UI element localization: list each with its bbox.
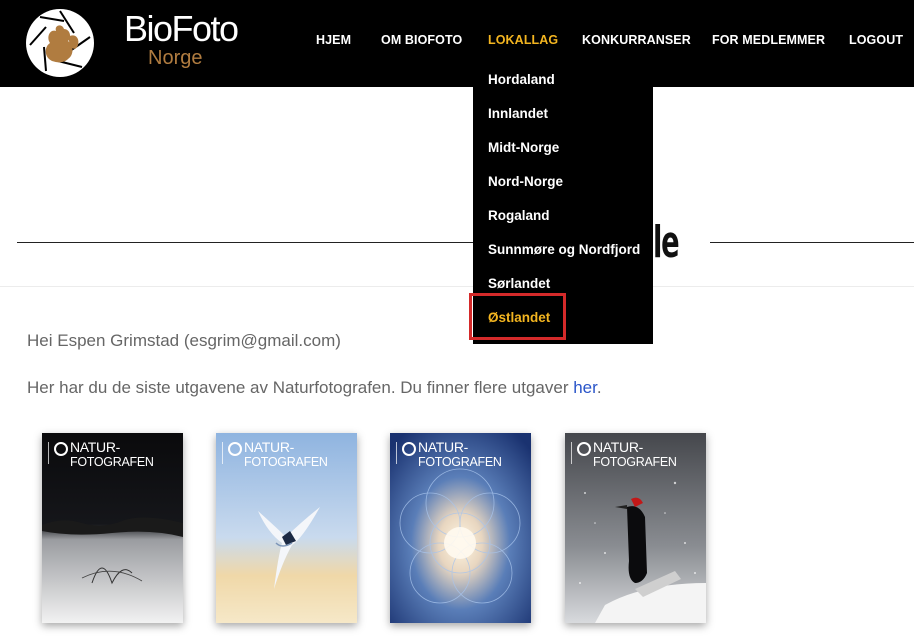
dropdown-item-innlandet[interactable]: Innlandet [488, 106, 548, 121]
brand-name[interactable]: BioFoto [124, 9, 239, 49]
nav-item-lokallag[interactable]: LOKALLAG [488, 33, 558, 47]
more-issues-link[interactable]: her [573, 378, 597, 397]
dropdown-item-hordaland[interactable]: Hordaland [488, 72, 555, 87]
dropdown-item-nord-norge[interactable]: Nord-Norge [488, 174, 563, 189]
dropdown-item-sorlandet[interactable]: Sørlandet [488, 276, 550, 291]
logo-icon [577, 442, 591, 456]
dropdown-item-sunnmore-og-nordfjord[interactable]: Sunnmøre og Nordfjord [488, 242, 640, 257]
selection-highlight [469, 293, 566, 340]
intro-body: Her har du de siste utgavene av Naturfot… [27, 378, 574, 397]
logo-icon [228, 442, 242, 456]
nav-item-om-biofoto[interactable]: OM BIOFOTO [381, 33, 462, 47]
magazine-title: NATUR- [70, 439, 121, 455]
squirrel-aperture-icon[interactable] [24, 7, 96, 79]
greeting-text: Hei Espen Grimstad (esgrim@gmail.com) [27, 331, 341, 350]
magazine-cover[interactable]: NATUR- FOTOGRAFEN [216, 433, 357, 623]
magazine-title: NATUR- [593, 439, 644, 455]
magazine-cover[interactable]: NATUR- FOTOGRAFEN [42, 433, 183, 623]
nav-item-konkurranser[interactable]: KONKURRANSER [582, 33, 691, 47]
magazine-cover[interactable]: NATUR- FOTOGRAFEN [390, 433, 531, 623]
intro-end: . [596, 378, 602, 397]
title-rule-left [17, 242, 473, 243]
nav-item-for-medlemmer[interactable]: FOR MEDLEMMER [712, 33, 825, 47]
page-title: le [653, 217, 680, 268]
brand-subname[interactable]: Norge [148, 46, 202, 70]
magazine-cover[interactable]: NATUR- FOTOGRAFEN [565, 433, 706, 623]
nav-item-hjem[interactable]: HJEM [316, 33, 351, 47]
magazine-title: NATUR- [418, 439, 469, 455]
divider [0, 286, 914, 287]
magazine-subtitle: FOTOGRAFEN [418, 455, 502, 469]
title-rule-right [710, 242, 914, 243]
nav-item-logout[interactable]: LOGOUT [849, 33, 903, 47]
logo-icon [402, 442, 416, 456]
dropdown-item-rogaland[interactable]: Rogaland [488, 208, 550, 223]
intro-text: Her har du de siste utgavene av Naturfot… [27, 378, 602, 398]
logo-icon [54, 442, 68, 456]
magazine-subtitle: FOTOGRAFEN [70, 455, 154, 469]
dropdown-item-midt-norge[interactable]: Midt-Norge [488, 140, 559, 155]
magazine-subtitle: FOTOGRAFEN [244, 455, 328, 469]
site-header: BioFoto Norge HJEM OM BIOFOTO LOKALLAG K… [0, 0, 914, 87]
magazine-title: NATUR- [244, 439, 295, 455]
magazine-subtitle: FOTOGRAFEN [593, 455, 677, 469]
